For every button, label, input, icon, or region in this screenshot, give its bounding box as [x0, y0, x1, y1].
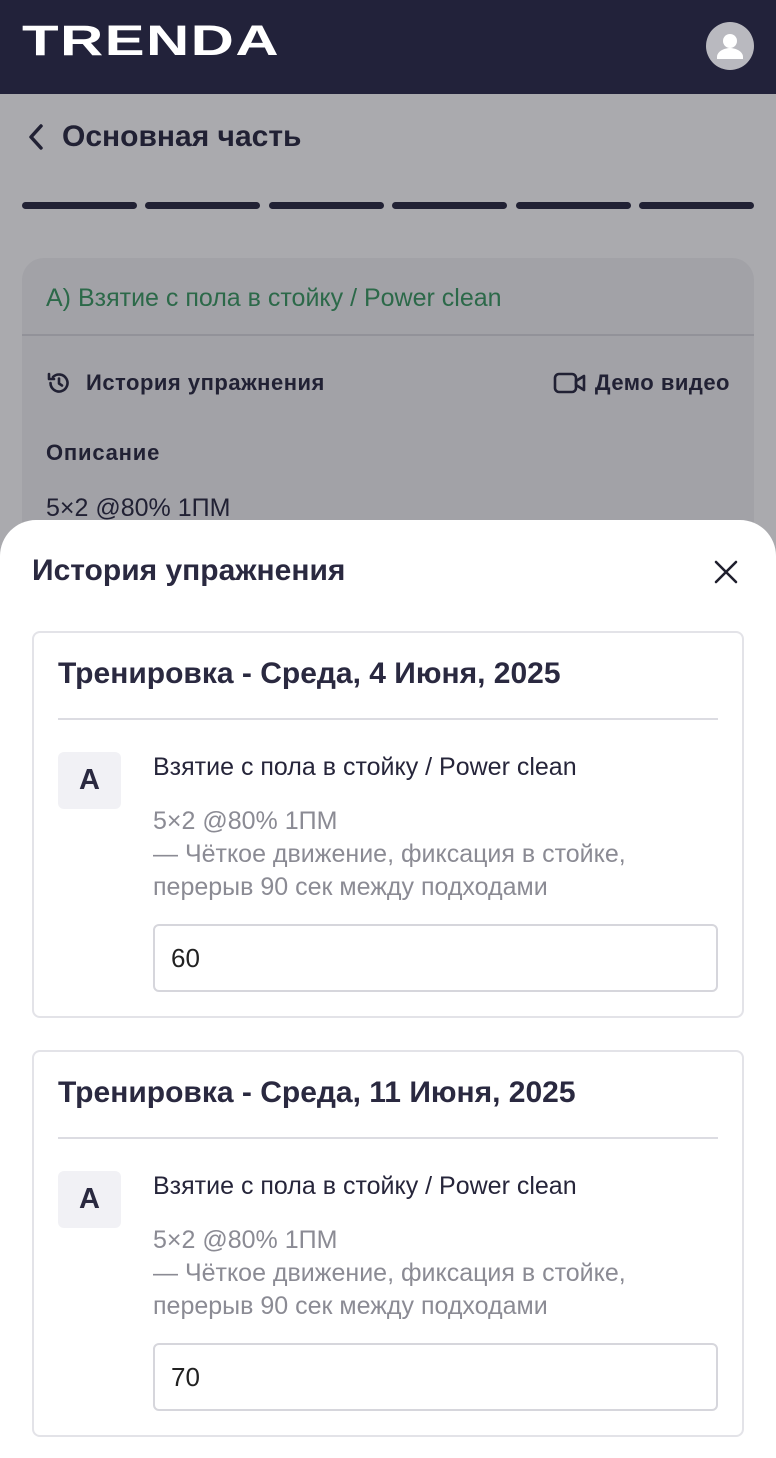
- logo-text: TRENDA: [22, 22, 280, 58]
- exercise-note: перерыв 90 сек между подходами: [153, 1292, 548, 1320]
- exercise-scheme: 5×2 @80% 1ПМ: [153, 807, 338, 835]
- exercise-letter-badge: A: [58, 1171, 121, 1228]
- exercise-letter-badge: A: [58, 752, 121, 809]
- history-card: Тренировка - Среда, 11 Июня, 2025 A Взят…: [32, 1050, 744, 1437]
- close-icon: [714, 560, 738, 584]
- history-card: Тренировка - Среда, 4 Июня, 2025 A Взяти…: [32, 631, 744, 1018]
- trenda-logo[interactable]: TRENDA: [22, 17, 282, 65]
- exercise-note: перерыв 90 сек между подходами: [153, 873, 548, 901]
- close-button[interactable]: [706, 552, 746, 592]
- exercise-details: 5×2 @80% 1ПМ — Чёткое движение, фиксация…: [153, 805, 713, 904]
- sheet-title: История упражнения: [32, 554, 346, 587]
- weight-input[interactable]: [153, 924, 718, 992]
- exercise-scheme: 5×2 @80% 1ПМ: [153, 1226, 338, 1254]
- exercise-note: — Чёткое движение, фиксация в стойке,: [153, 1259, 626, 1287]
- weight-input[interactable]: [153, 1343, 718, 1411]
- exercise-title: Взятие с пола в стойку / Power clean: [153, 1172, 577, 1200]
- user-avatar-icon[interactable]: [706, 22, 754, 70]
- exercise-title: Взятие с пола в стойку / Power clean: [153, 753, 577, 781]
- divider: [58, 718, 718, 720]
- top-bar: TRENDA: [0, 0, 776, 94]
- workout-date-title: Тренировка - Среда, 11 Июня, 2025: [58, 1076, 576, 1109]
- exercise-history-sheet: История упражнения Тренировка - Среда, 4…: [0, 520, 776, 1458]
- exercise-details: 5×2 @80% 1ПМ — Чёткое движение, фиксация…: [153, 1224, 713, 1323]
- divider: [58, 1137, 718, 1139]
- exercise-note: — Чёткое движение, фиксация в стойке,: [153, 840, 626, 868]
- workout-date-title: Тренировка - Среда, 4 Июня, 2025: [58, 657, 561, 690]
